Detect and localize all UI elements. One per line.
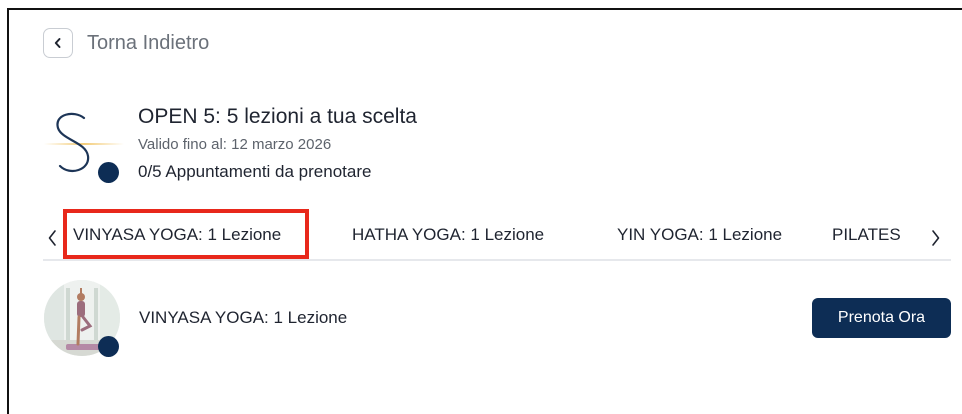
chevron-left-icon	[54, 38, 61, 48]
package-title: OPEN 5: 5 lezioni a tua scelta	[138, 105, 417, 128]
logo-dot	[98, 162, 119, 183]
package-info: OPEN 5: 5 lezioni a tua scelta Valido fi…	[138, 104, 638, 183]
appointments-count: 0/5 Appuntamenti da prenotare	[138, 162, 372, 181]
studio-logo	[44, 100, 124, 184]
tab-vinyasa-yoga[interactable]: VINYASA YOGA: 1 Lezione	[73, 225, 281, 245]
lesson-row: VINYASA YOGA: 1 Lezione Prenota Ora	[44, 280, 951, 358]
lesson-tabs: VINYASA YOGA: 1 Lezione HATHA YOGA: 1 Le…	[43, 209, 951, 261]
tab-pilates[interactable]: PILATES	[832, 225, 901, 245]
avatar-dot	[98, 336, 119, 357]
tab-hatha-yoga[interactable]: HATHA YOGA: 1 Lezione	[352, 225, 544, 245]
lesson-name: VINYASA YOGA: 1 Lezione	[139, 308, 348, 327]
back-link[interactable]: Torna Indietro	[43, 28, 209, 58]
chevron-right-icon	[932, 230, 940, 246]
package-header: OPEN 5: 5 lezioni a tua scelta Valido fi…	[44, 100, 417, 190]
tabs-next-button[interactable]	[930, 228, 942, 248]
tabs-divider	[43, 259, 951, 261]
package-validity: Valido fino al: 12 marzo 2026	[138, 136, 332, 153]
book-now-button[interactable]: Prenota Ora	[812, 298, 951, 338]
tab-yin-yoga[interactable]: YIN YOGA: 1 Lezione	[617, 225, 782, 245]
chevron-left-icon	[48, 230, 56, 246]
back-button[interactable]	[43, 28, 73, 58]
back-label[interactable]: Torna Indietro	[87, 32, 209, 55]
tabs-prev-button[interactable]	[46, 228, 58, 248]
